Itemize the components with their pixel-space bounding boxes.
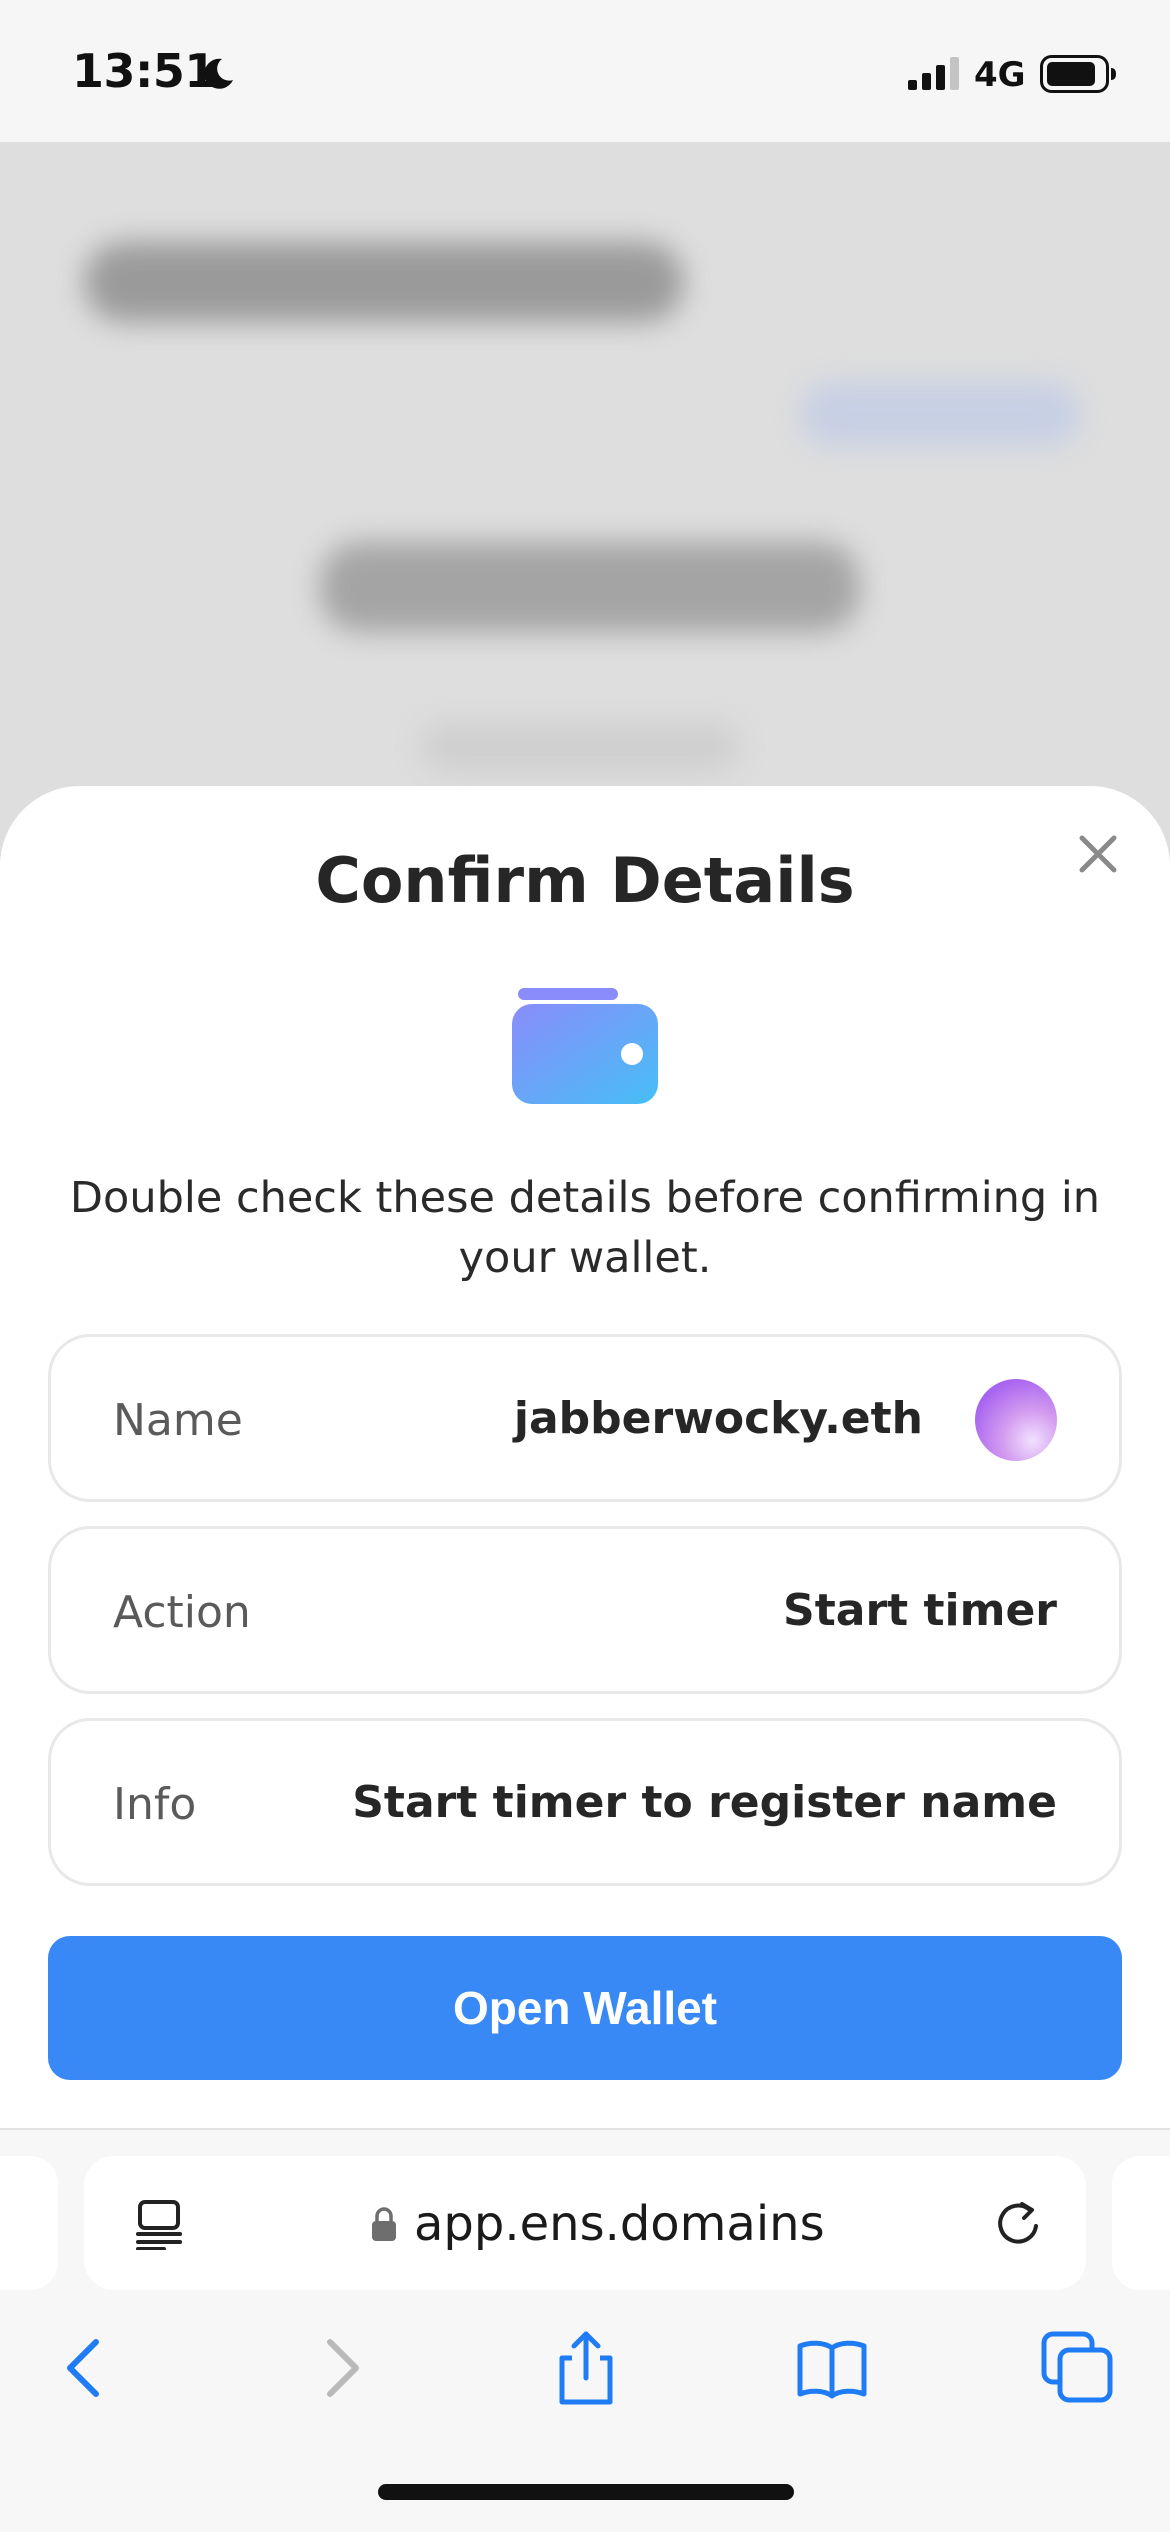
detail-label: Action <box>113 1587 251 1638</box>
battery-icon <box>1040 55 1116 93</box>
sheet-title: Confirm Details <box>315 844 855 917</box>
detail-row-info: Info Start timer to register name <box>48 1718 1122 1886</box>
blurred-button <box>800 382 1080 446</box>
back-icon[interactable] <box>48 2330 124 2406</box>
blurred-title <box>320 542 860 632</box>
browser-toolbar: app.ens.domains <box>0 2128 1170 2532</box>
wallet-icon <box>512 988 658 1104</box>
share-icon[interactable] <box>548 2330 624 2406</box>
blurred-page-background <box>0 142 1170 862</box>
next-tab-preview[interactable] <box>1112 2156 1170 2290</box>
detail-row-name: Name jabberwocky.eth <box>48 1334 1122 1502</box>
blurred-text <box>420 722 740 772</box>
open-wallet-button[interactable]: Open Wallet <box>48 1936 1122 2080</box>
status-bar: 13:51 4G <box>0 0 1170 142</box>
detail-value: Start timer to register name <box>352 1777 1057 1828</box>
url-text[interactable]: app.ens.domains <box>414 2196 825 2252</box>
blurred-heading <box>84 242 684 322</box>
close-icon[interactable] <box>1072 828 1124 880</box>
detail-label: Info <box>113 1779 197 1830</box>
detail-label: Name <box>113 1395 243 1446</box>
address-bar[interactable]: app.ens.domains <box>84 2156 1086 2290</box>
previous-tab-preview[interactable] <box>0 2156 58 2290</box>
forward-icon[interactable] <box>302 2330 378 2406</box>
sheet-description: Double check these details before confir… <box>69 1173 1101 1283</box>
status-time: 13:51 <box>72 44 216 98</box>
detail-row-action: Action Start timer <box>48 1526 1122 1694</box>
tabs-icon[interactable] <box>1040 2330 1116 2406</box>
lock-icon <box>372 2207 396 2241</box>
moon-icon <box>204 58 233 89</box>
detail-value: jabberwocky.eth <box>513 1393 923 1444</box>
confirm-details-sheet: Confirm Details Double check these detai… <box>0 786 1170 2130</box>
reload-icon[interactable] <box>992 2198 1044 2250</box>
bookmarks-icon[interactable] <box>794 2330 870 2406</box>
home-indicator <box>378 2484 794 2500</box>
signal-icon <box>908 57 959 90</box>
reader-icon[interactable] <box>134 2198 184 2250</box>
detail-value: Start timer <box>783 1585 1057 1636</box>
network-type: 4G <box>974 55 1026 95</box>
avatar <box>975 1379 1057 1461</box>
